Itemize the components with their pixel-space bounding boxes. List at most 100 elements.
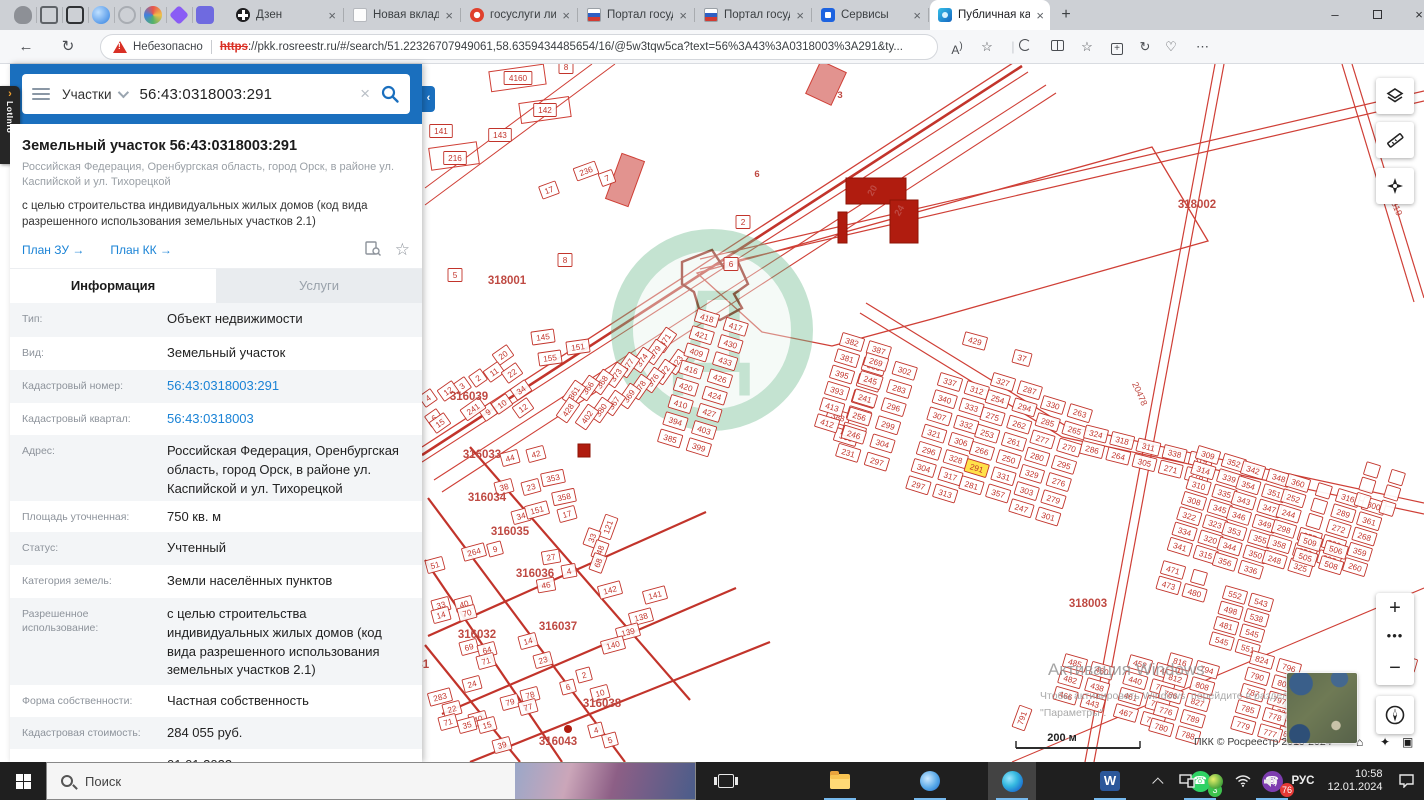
parcel-label[interactable]: 140 <box>600 635 626 655</box>
plan-zu-link[interactable]: План ЗУ → <box>22 243 84 257</box>
parcel-label[interactable]: 24 <box>461 675 483 693</box>
parcel-label[interactable]: 79 <box>499 693 521 711</box>
parcel-label[interactable]: 382 <box>839 332 865 352</box>
parcel-label[interactable]: 824 <box>1249 650 1275 670</box>
history-icon[interactable]: ↻ <box>1134 37 1156 57</box>
parcel-label[interactable]: 4160 <box>503 71 533 85</box>
maximize-button[interactable] <box>1360 0 1394 30</box>
new-tab-button[interactable]: + <box>1055 4 1077 26</box>
parcel-label[interactable]: 297 <box>905 475 932 496</box>
parcel-label[interactable] <box>1305 513 1324 530</box>
parcel-label[interactable]: 780 <box>1148 717 1175 737</box>
cadastral-map[interactable]: Д 41601421411432162361778582636202420112… <box>422 64 1424 762</box>
parcel-label[interactable]: 356 <box>1212 552 1238 572</box>
parcel-label[interactable]: 272 <box>1325 518 1352 539</box>
parcel-label[interactable]: 289 <box>1330 503 1357 524</box>
search-box[interactable]: Участки 56:43:0318003:291 × <box>22 74 410 114</box>
parcel-label[interactable]: 552 <box>1222 585 1248 605</box>
map-navigator-icon[interactable]: ✦ <box>1380 735 1390 749</box>
parcel-label[interactable]: 295 <box>1051 455 1077 475</box>
browser-tab-публичная-ка[interactable]: Публичная ка × <box>930 0 1050 30</box>
parcel-label[interactable]: 353 <box>1221 521 1248 541</box>
parcel-label[interactable]: 791 <box>1011 704 1033 732</box>
favorites-bar-icon[interactable]: ☆ <box>1076 37 1098 57</box>
parcel-label[interactable]: 312 <box>963 380 990 400</box>
parcel-label[interactable]: 381 <box>834 348 860 368</box>
parcel-label[interactable]: 5 <box>447 268 463 282</box>
parcel-label[interactable]: 429 <box>962 331 988 351</box>
parcel-label[interactable]: 471 <box>1160 560 1186 580</box>
minimap-satellite[interactable] <box>1287 673 1357 743</box>
taskbar-app-edge[interactable] <box>988 762 1036 800</box>
parcel-label[interactable]: 399 <box>685 437 712 457</box>
read-aloud-icon[interactable]: A) <box>946 37 968 57</box>
parcel-label[interactable]: 318 <box>1109 431 1135 450</box>
security-warning-label[interactable]: Небезопасно <box>133 41 203 53</box>
parcel-label[interactable]: 357 <box>985 483 1012 504</box>
parcel-label[interactable]: 304 <box>869 433 896 454</box>
parcel-label[interactable]: 317 <box>937 466 964 486</box>
tab-close-icon[interactable]: × <box>562 9 570 22</box>
split-screen-icon[interactable] <box>1046 37 1068 57</box>
parcel-label[interactable]: 261 <box>1001 432 1027 452</box>
parcel-label[interactable]: 543 <box>1248 592 1274 613</box>
browser-tab-дзен[interactable]: Дзен × <box>228 0 342 30</box>
parcel-label[interactable]: 151 <box>565 338 591 356</box>
parcel-label[interactable]: 8 <box>557 253 573 267</box>
minimap-toggle-icon[interactable]: ▣ <box>1402 735 1413 749</box>
parcel-label[interactable]: 2 <box>735 215 751 229</box>
parcel-label[interactable]: 481 <box>1213 616 1240 636</box>
parcel-label[interactable]: 253 <box>974 423 1001 444</box>
search-highlight-image[interactable] <box>515 763 695 799</box>
tab-close-icon[interactable]: × <box>796 9 804 22</box>
parcel-label[interactable]: 329 <box>1019 464 1045 484</box>
tab-close-icon[interactable]: × <box>913 9 921 22</box>
favorite-star-icon[interactable]: ☆ <box>976 37 998 57</box>
antivirus-icon[interactable] <box>1202 762 1228 800</box>
parcel-label[interactable]: 138 <box>628 607 654 627</box>
parcel-label[interactable]: 303 <box>1013 481 1040 501</box>
parcel-label[interactable]: 121 <box>597 513 619 541</box>
parcel-label[interactable]: 142 <box>597 580 623 600</box>
browser-tab-новая-вкладк[interactable]: Новая вкладк × <box>345 0 459 30</box>
parcel-label[interactable]: 413 <box>819 397 846 417</box>
parcel-label[interactable]: 22 <box>501 362 523 384</box>
taskbar-app-word[interactable]: W <box>1086 762 1134 800</box>
parcel-label[interactable]: 271 <box>1157 459 1184 479</box>
info-value-link[interactable]: 56:43:0318003:291 <box>167 370 410 396</box>
parcel-label[interactable]: 268 <box>1351 526 1378 547</box>
url-field[interactable]: Небезопасно https ://pkk.rosreestr.ru/#/… <box>100 34 938 60</box>
search-icon[interactable] <box>380 84 400 104</box>
parcel-label[interactable]: 4 <box>560 563 578 579</box>
favorite-parcel-star-icon[interactable]: ☆ <box>395 240 410 260</box>
parcel-label[interactable]: 280 <box>1024 446 1051 467</box>
volume-icon[interactable] <box>1258 762 1284 800</box>
parcel-label[interactable]: 286 <box>1079 440 1105 459</box>
parcel-label[interactable]: 141 <box>429 124 453 138</box>
parcel-label[interactable]: 467 <box>1113 703 1139 723</box>
color-ring-icon[interactable] <box>144 6 162 24</box>
task-view-button[interactable] <box>706 762 746 800</box>
parcel-label[interactable]: 252 <box>1280 488 1307 509</box>
parcel-label[interactable]: 263 <box>1066 403 1093 423</box>
parcel-label[interactable]: 279 <box>1040 489 1067 509</box>
parcel-label[interactable]: 260 <box>1342 557 1369 577</box>
parcel-label[interactable]: 343 <box>1230 490 1257 511</box>
browser-tab-портал-госуда[interactable]: Портал госуда × <box>579 0 693 30</box>
parcel-label[interactable]: 308 <box>1181 491 1207 511</box>
copilot-icon[interactable] <box>1014 37 1036 57</box>
parcel-label[interactable]: 39 <box>491 736 513 754</box>
parcel-label[interactable]: 332 <box>953 414 980 435</box>
parcel-label[interactable]: 14 <box>517 632 539 650</box>
parcel-label[interactable]: 304 <box>910 458 937 478</box>
parcel-label[interactable]: 17 <box>556 505 578 523</box>
tab-close-icon[interactable]: × <box>1036 9 1044 22</box>
parcel-label[interactable]: 790 <box>1244 666 1271 686</box>
search-category-select[interactable]: Участки <box>62 87 112 102</box>
parcel-label[interactable]: 254 <box>984 389 1011 409</box>
parcel-label[interactable]: 538 <box>1243 608 1270 628</box>
parcel-label[interactable]: 321 <box>921 423 948 444</box>
parcel-label[interactable]: 395 <box>829 364 855 385</box>
parcel-label[interactable]: 298 <box>1271 519 1297 539</box>
refresh-icon[interactable]: ↻ <box>56 35 80 59</box>
